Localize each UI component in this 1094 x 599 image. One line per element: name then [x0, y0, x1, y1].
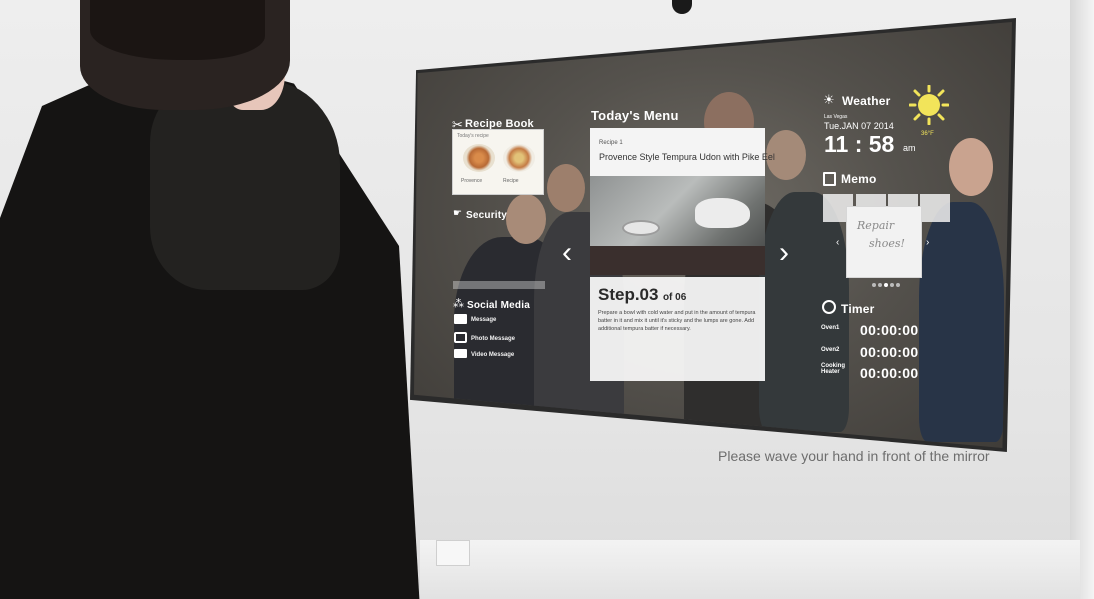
- memo-note[interactable]: Repair shoes!: [846, 206, 922, 278]
- step-total: of 06: [662, 292, 687, 303]
- reflection-head: [949, 138, 993, 196]
- chevron-left-icon[interactable]: ‹: [562, 238, 572, 268]
- recipe-book-thumbnail[interactable]: Today's recipe Provence Recipe: [452, 129, 544, 195]
- camera-sensor: [672, 0, 692, 14]
- foreground-person-hair: [90, 0, 265, 60]
- social-media-divider: [453, 281, 545, 289]
- social-media-item-video-message[interactable]: Video Message: [471, 352, 514, 358]
- timer-icon: [822, 300, 836, 314]
- social-media-item-message[interactable]: Message: [471, 317, 496, 323]
- memo-prev-icon[interactable]: ‹: [836, 237, 839, 248]
- dish-image: [463, 144, 495, 172]
- pan-shape: [590, 246, 765, 275]
- timer-label-oven1: Oven1: [821, 325, 840, 331]
- step-label: Step.03 of 06: [598, 285, 686, 305]
- memo-note-line: Repair: [857, 219, 895, 232]
- social-media-item-photo-message[interactable]: Photo Message: [471, 336, 515, 342]
- recipe-step-card[interactable]: Step.03 of 06 Prepare a bowl with cold w…: [590, 277, 765, 381]
- wall-caption: Please wave your hand in front of the mi…: [718, 448, 990, 464]
- timer-value-oven1[interactable]: 00:00:00: [860, 322, 918, 338]
- memo-next-icon[interactable]: ›: [926, 237, 929, 248]
- floor-ledge: [420, 540, 1080, 599]
- timer-label-cooking-heater: Cooking Heater: [821, 363, 845, 375]
- reflection-person: [919, 202, 1004, 442]
- recipe-header-card[interactable]: Recipe 1 Provence Style Tempura Udon wit…: [590, 128, 775, 176]
- weather-temperature: 36°F: [921, 131, 934, 137]
- memo-tab[interactable]: [920, 194, 950, 222]
- dish-image: [503, 144, 535, 172]
- recipe-step-photo: [590, 176, 765, 275]
- security-icon: ☛: [453, 208, 462, 219]
- recipe-name: Provence Style Tempura Udon with Pike Ee…: [599, 152, 775, 162]
- memo-page-dots: [872, 283, 900, 287]
- bowl-shape: [622, 220, 660, 236]
- todays-menu-title: Today's Menu: [591, 108, 679, 123]
- reflection-person: [759, 192, 849, 432]
- memo-title[interactable]: Memo: [841, 172, 876, 186]
- weather-location: Las Vegas: [824, 114, 848, 120]
- weather-icon: ☀: [823, 92, 835, 107]
- exhibit-scene: ✂ Recipe Book Today's recipe Provence Re…: [0, 0, 1094, 599]
- timer-title[interactable]: Timer: [841, 302, 874, 316]
- clock-ampm: am: [903, 143, 916, 153]
- sun-icon: [908, 84, 950, 126]
- memo-note-line: shoes!: [869, 237, 905, 250]
- social-media-icon: ⁂: [453, 298, 464, 310]
- reflection-head: [547, 164, 585, 212]
- weather-title[interactable]: Weather: [842, 94, 891, 108]
- weather-date: Tue.JAN 07 2014: [824, 121, 894, 131]
- recipe-thumb-caption: Provence: [461, 178, 483, 184]
- security-title[interactable]: Security: [466, 210, 507, 221]
- step-number: Step.03: [598, 285, 659, 304]
- memo-icon: [823, 172, 836, 186]
- timer-value-cooking-heater[interactable]: 00:00:00: [860, 365, 918, 381]
- timer-value-oven2[interactable]: 00:00:00: [860, 344, 918, 360]
- wall-edge: [1070, 0, 1094, 599]
- video-message-icon: [454, 349, 467, 358]
- step-instructions: Prepare a bowl with cold water and put i…: [598, 310, 756, 332]
- photo-message-icon: [454, 332, 467, 343]
- clock-time: 11 : 58: [824, 131, 895, 157]
- recipe-number: Recipe 1: [599, 140, 623, 146]
- message-icon: [454, 314, 467, 324]
- chevron-right-icon[interactable]: ›: [779, 238, 789, 268]
- hand-shape: [695, 198, 750, 228]
- timer-label-oven2: Oven2: [821, 347, 840, 353]
- foreground-person-collar: [150, 80, 340, 290]
- reflection-head: [506, 194, 546, 244]
- social-media-title[interactable]: Social Media: [467, 300, 530, 311]
- recipe-thumb-header: Today's recipe: [457, 133, 489, 139]
- recipe-thumb-caption: Recipe: [503, 178, 519, 184]
- floor-plaque: [436, 540, 470, 566]
